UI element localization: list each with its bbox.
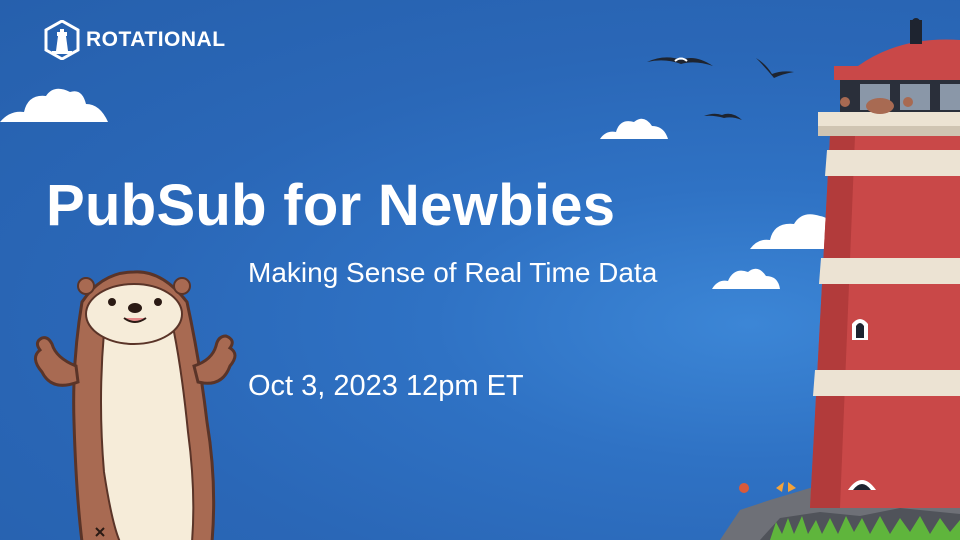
slide-title: PubSub for Newbies <box>46 173 616 238</box>
lighthouse-hexagon-icon <box>44 20 80 60</box>
brand-name: ROTATIONAL <box>86 28 226 51</box>
slide-canvas: ROTATIONAL PubSub for Newbies Making Sen… <box>0 0 960 540</box>
cloud-middle <box>600 118 668 139</box>
slide-subtitle: Making Sense of Real Time Data <box>248 257 658 288</box>
otter-mascot <box>34 270 237 540</box>
brand-logo: ROTATIONAL <box>44 20 226 60</box>
cloud-top-left <box>0 88 108 122</box>
event-date: Oct 3, 2023 12pm ET <box>248 370 524 402</box>
lighthouse-illustration <box>720 18 960 540</box>
butterfly-icon <box>776 482 796 492</box>
